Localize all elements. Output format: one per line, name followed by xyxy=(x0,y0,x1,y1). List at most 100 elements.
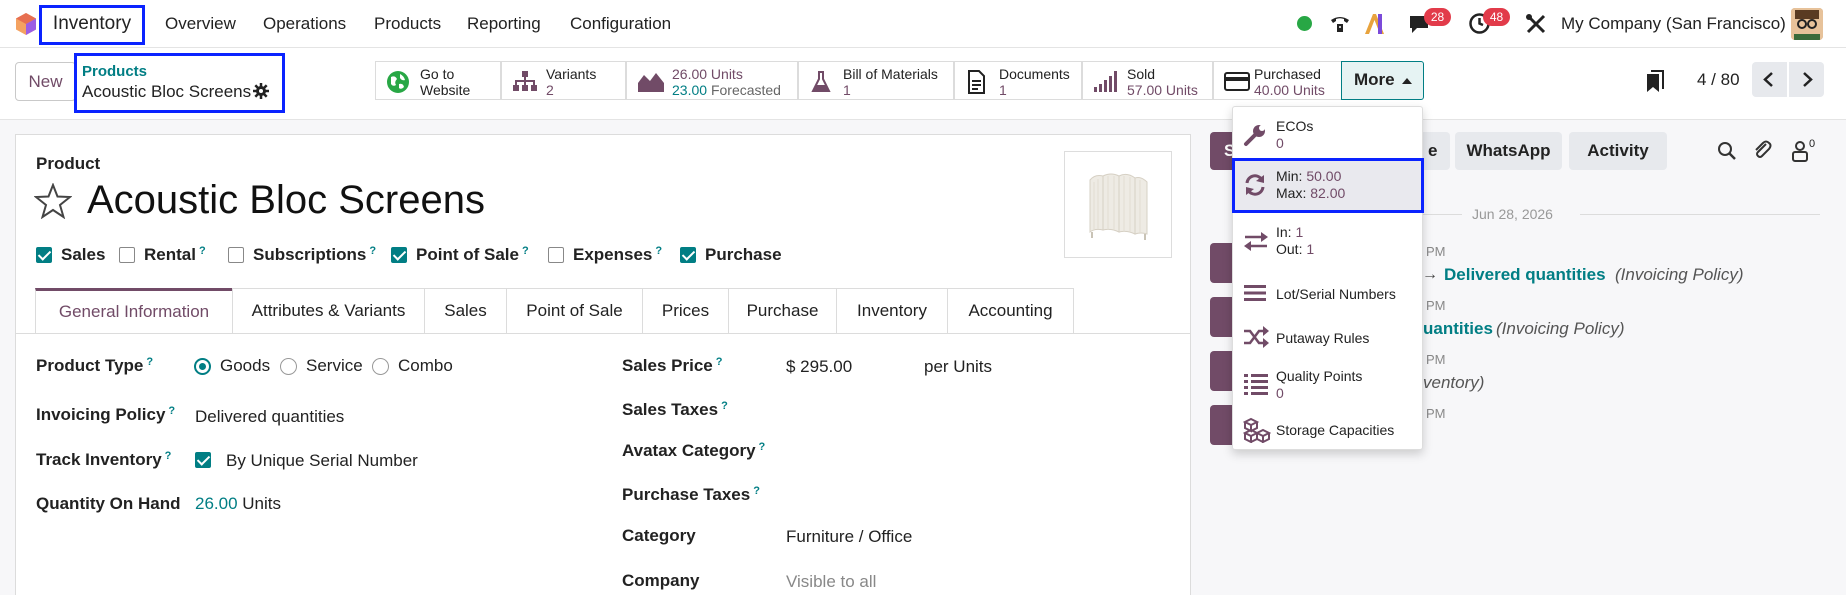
product-type-goods-label[interactable]: Goods xyxy=(220,356,270,376)
log-note-button[interactable]: e xyxy=(1420,132,1450,170)
menu-products[interactable]: Products xyxy=(374,14,441,34)
help-icon[interactable]: ? xyxy=(165,450,172,462)
invoicing-policy-field[interactable]: Delivered quantities xyxy=(195,407,344,427)
purchase-checkbox[interactable] xyxy=(680,247,696,263)
help-icon[interactable]: ? xyxy=(721,400,728,412)
help-icon[interactable]: ? xyxy=(522,245,529,257)
product-name[interactable]: Acoustic Bloc Screens xyxy=(87,178,485,223)
max-label: Max: xyxy=(1276,185,1307,201)
user-avatar[interactable] xyxy=(1791,8,1823,40)
app-name[interactable]: Inventory xyxy=(39,5,145,45)
new-button[interactable]: New xyxy=(15,62,76,101)
track-inventory-checkbox[interactable] xyxy=(195,452,211,468)
help-icon[interactable]: ? xyxy=(655,245,662,257)
help-icon[interactable]: ? xyxy=(146,356,153,368)
gear-icon[interactable] xyxy=(253,83,269,99)
purchase-taxes-field[interactable] xyxy=(786,483,1166,509)
sales-taxes-label-text: Sales Taxes xyxy=(622,400,719,419)
purchased-button[interactable]: Purchased 40.00 Units xyxy=(1213,61,1342,100)
favorite-star-icon[interactable] xyxy=(33,182,73,220)
avatax-category-field[interactable] xyxy=(786,439,1166,465)
quantity-on-hand-value[interactable]: 26.00 Units xyxy=(195,494,281,514)
breadcrumb-parent[interactable]: Products xyxy=(82,63,147,80)
min-max-menu-item[interactable]: Min: 50.00 Max: 82.00 xyxy=(1232,158,1424,213)
activity-button[interactable]: Activity xyxy=(1569,132,1667,170)
purchase-taxes-label-text: Purchase Taxes xyxy=(622,485,751,504)
globe-icon xyxy=(386,70,412,93)
tab-sales[interactable]: Sales xyxy=(424,288,507,333)
sales-price-label-text: Sales Price xyxy=(622,356,713,375)
variants-button[interactable]: Variants 2 xyxy=(501,61,626,100)
variants-label: Variants xyxy=(546,66,597,82)
storage-capacities-menu-item[interactable]: Storage Capacities xyxy=(1233,411,1423,447)
forecast-button[interactable]: 26.00 Units 23.00 Forecasted xyxy=(626,61,798,100)
message-2-field: (Invoicing Policy) xyxy=(1496,319,1625,338)
bill-of-materials-button[interactable]: Bill of Materials 1 xyxy=(798,61,954,100)
tab-purchase[interactable]: Purchase xyxy=(728,288,837,333)
sales-checkbox[interactable] xyxy=(36,247,52,263)
pager-next-button[interactable] xyxy=(1789,62,1824,97)
in-out-menu-item[interactable]: In: 1 Out: 1 xyxy=(1233,219,1423,263)
menu-operations[interactable]: Operations xyxy=(263,14,346,34)
expenses-checkbox[interactable] xyxy=(548,247,564,263)
tab-prices[interactable]: Prices xyxy=(642,288,729,333)
product-type-goods-radio[interactable] xyxy=(194,358,211,375)
followers-icon[interactable] xyxy=(1790,140,1810,162)
help-icon[interactable]: ? xyxy=(716,356,723,368)
avatax-label-text: Avatax Category xyxy=(622,441,756,460)
company-switcher[interactable]: My Company (San Francisco) xyxy=(1561,14,1786,34)
product-type-combo-radio[interactable] xyxy=(372,358,389,375)
ai-assistant-icon[interactable] xyxy=(1362,11,1386,37)
pager-previous-button[interactable] xyxy=(1752,62,1787,97)
sales-taxes-field[interactable] xyxy=(786,398,1166,424)
odoo-logo-icon[interactable] xyxy=(14,12,38,36)
whatsapp-button[interactable]: WhatsApp xyxy=(1455,132,1562,170)
subscriptions-checkbox[interactable] xyxy=(228,247,244,263)
track-inventory-mode[interactable]: By Unique Serial Number xyxy=(226,451,418,471)
ecos-menu-item[interactable]: ECOs 0 xyxy=(1233,115,1423,155)
putaway-rules-menu-item[interactable]: Putaway Rules xyxy=(1233,319,1423,355)
debug-tools-icon[interactable] xyxy=(1525,13,1547,35)
company-field[interactable]: Visible to all xyxy=(786,572,876,592)
tab-accounting[interactable]: Accounting xyxy=(947,288,1074,333)
product-type-combo-label[interactable]: Combo xyxy=(398,356,453,376)
go-to-website-button[interactable]: Go to Website xyxy=(375,61,501,100)
product-type-service-label[interactable]: Service xyxy=(306,356,363,376)
arrow-right-icon: → xyxy=(1422,266,1438,283)
exchange-arrows-icon xyxy=(1243,229,1269,253)
pager-value[interactable]: 4 / 80 xyxy=(1697,70,1740,90)
help-icon[interactable]: ? xyxy=(759,441,766,453)
bookmark-icon[interactable] xyxy=(1645,70,1665,94)
help-icon[interactable]: ? xyxy=(168,405,175,417)
caret-up-icon xyxy=(1402,78,1412,84)
category-field[interactable]: Furniture / Office xyxy=(786,527,912,547)
point-of-sale-checkbox[interactable] xyxy=(391,247,407,263)
tab-attributes-variants[interactable]: Attributes & Variants xyxy=(232,288,425,333)
subscriptions-label-text: Subscriptions xyxy=(253,245,367,264)
paperclip-icon[interactable] xyxy=(1751,139,1773,161)
more-button[interactable]: More xyxy=(1341,61,1424,100)
phone-icon[interactable] xyxy=(1328,12,1352,36)
help-icon[interactable]: ? xyxy=(199,245,206,257)
help-icon[interactable]: ? xyxy=(753,485,760,497)
product-type-service-radio[interactable] xyxy=(280,358,297,375)
qty-on-hand-number[interactable]: 26.00 xyxy=(195,494,238,513)
documents-button[interactable]: Documents 1 xyxy=(954,61,1082,100)
sold-button[interactable]: Sold 57.00 Units xyxy=(1082,61,1213,100)
tab-inventory[interactable]: Inventory xyxy=(836,288,948,333)
search-icon[interactable] xyxy=(1717,141,1737,161)
menu-reporting[interactable]: Reporting xyxy=(467,14,541,34)
lot-serial-numbers-menu-item[interactable]: Lot/Serial Numbers xyxy=(1233,275,1423,311)
rental-checkbox[interactable] xyxy=(119,247,135,263)
menu-overview[interactable]: Overview xyxy=(165,14,236,34)
sales-price-field[interactable]: $ 295.00 xyxy=(786,357,852,377)
product-image[interactable] xyxy=(1064,151,1172,258)
tab-point-of-sale[interactable]: Point of Sale xyxy=(506,288,643,333)
help-icon[interactable]: ? xyxy=(369,245,376,257)
chevron-right-icon xyxy=(1803,72,1813,87)
out-value: 1 xyxy=(1306,241,1315,257)
menu-configuration[interactable]: Configuration xyxy=(570,14,671,34)
quality-points-menu-item[interactable]: Quality Points 0 xyxy=(1233,363,1423,403)
sales-checkbox-label: Sales xyxy=(61,245,106,264)
tab-general-information[interactable]: General Information xyxy=(35,288,233,333)
